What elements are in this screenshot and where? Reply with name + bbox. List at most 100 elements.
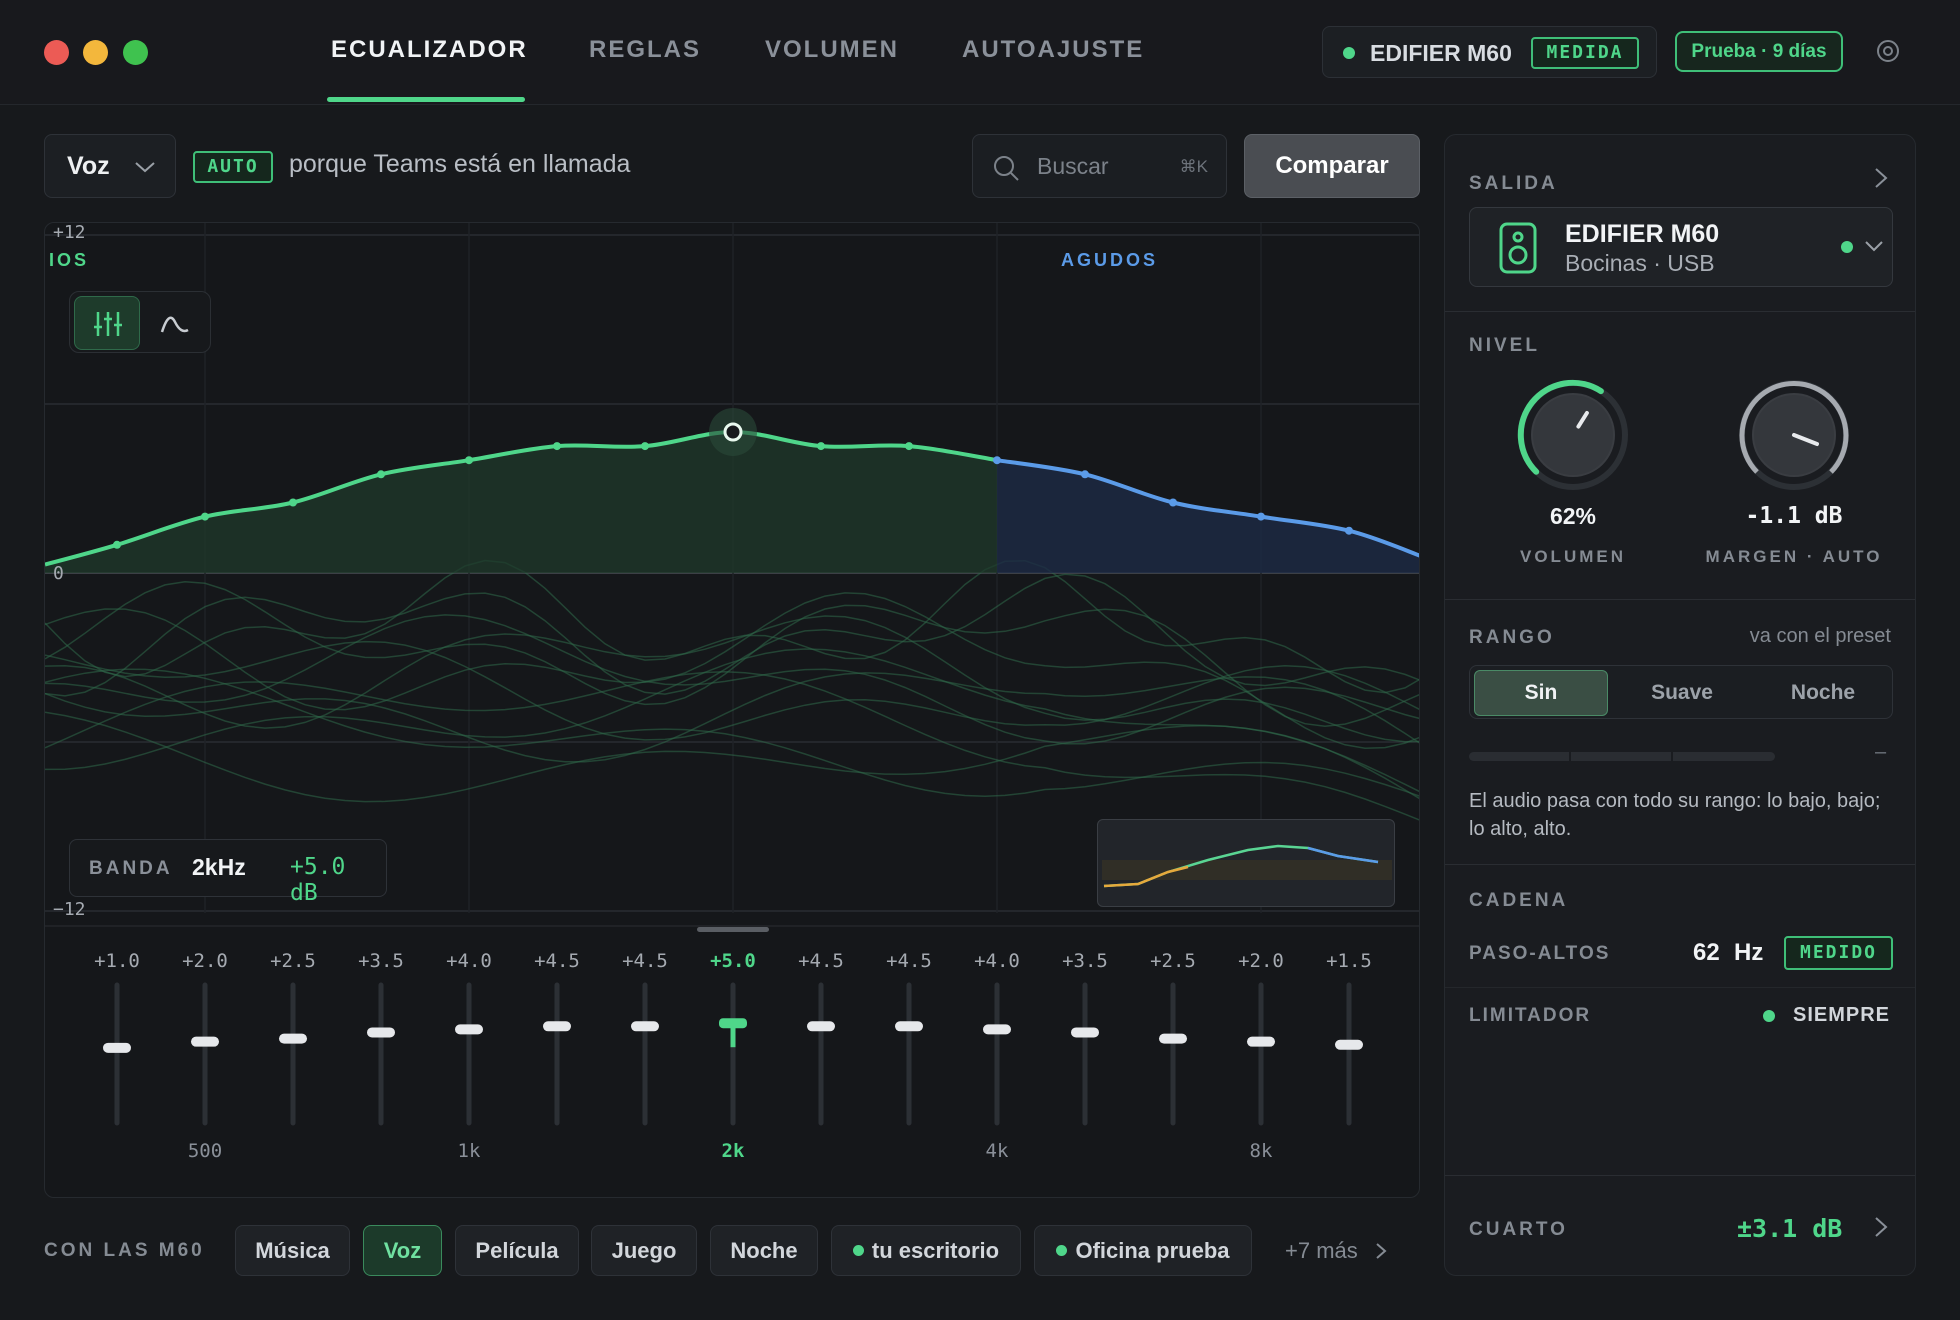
curve-point[interactable] [465,456,473,465]
more-presets-link[interactable]: +7 más [1285,1238,1390,1264]
limiter-value[interactable]: SIEMPRE [1793,1004,1890,1027]
band-slider-handle[interactable] [983,1024,1011,1035]
preset-chip-juego[interactable]: Juego [591,1225,697,1276]
band-gain-label: +4.5 [886,950,932,972]
sliders-view-button[interactable] [74,296,140,350]
curve-point[interactable] [289,498,297,507]
curve-point[interactable] [1345,526,1353,535]
band-freq-label: 2k [722,1140,745,1162]
trial-badge[interactable]: Prueba · 9 días [1675,31,1843,72]
divider [1445,311,1915,312]
band-gain-label: +2.5 [270,950,316,972]
curve-point[interactable] [905,442,913,451]
divider [1445,599,1915,600]
band-slider-handle[interactable] [1071,1027,1099,1038]
zone-label-mids: IOS [49,250,90,270]
presets-title: CON LAS M60 [44,1240,205,1261]
auto-badge: AUTO [193,151,273,183]
tab-autoajuste[interactable]: AUTOAJUSTE [962,36,1144,64]
resize-handle[interactable] [697,927,769,932]
curve-point[interactable] [377,470,385,479]
preset-chip-label: Oficina prueba [1075,1238,1230,1263]
band-slider-handle[interactable] [1247,1036,1275,1047]
range-option-sin[interactable]: Sin [1474,670,1608,716]
minimize-window-button[interactable] [83,40,108,65]
device-selector[interactable]: EDIFIER M60 MEDIDA [1322,26,1657,78]
band-slider-handle[interactable] [1335,1039,1363,1050]
room-value[interactable]: ±3.1 dB [1737,1214,1842,1243]
y-axis-max-label: +12 [53,222,86,243]
band-gain-label: +3.5 [358,950,404,972]
band-readout: BANDA 2kHz +5.0 dB [69,839,387,906]
right-panel: SALIDA EDIFIER M60 Bocinas · USB NIVEL 6… [1444,134,1916,1276]
curve-point[interactable] [201,512,209,521]
band-slider-handle[interactable] [103,1042,131,1053]
chevron-down-icon [1865,241,1883,252]
range-option-suave[interactable]: Suave [1615,670,1749,716]
band-slider-handle[interactable] [807,1021,835,1032]
tab-volumen[interactable]: VOLUMEN [765,36,899,64]
close-window-button[interactable] [44,40,69,65]
preset-status-dot [852,1245,864,1256]
range-description: El audio pasa con todo su rango: lo bajo… [1469,790,1881,840]
curve-icon [160,316,189,333]
band-gain-label: +2.0 [182,950,228,972]
output-device-card[interactable]: EDIFIER M60 Bocinas · USB [1469,207,1893,287]
divider [1445,864,1915,865]
preset-chip-noche[interactable]: Noche [710,1225,818,1276]
curve-point[interactable] [1257,512,1265,521]
band-gain-label: +5.0 [710,950,756,972]
band-slider-handle[interactable] [367,1027,395,1038]
chevron-right-icon[interactable] [1870,163,1892,193]
gear-icon[interactable] [1873,36,1903,66]
preset-chip-label: Noche [730,1238,798,1263]
band-slider-handle[interactable] [1159,1033,1187,1044]
curve-point[interactable] [641,442,649,451]
preset-chip-voz[interactable]: Voz [363,1225,442,1276]
curve-point[interactable] [113,540,121,549]
preset-chip-oficina-prueba[interactable]: Oficina prueba [1034,1225,1252,1276]
range-option-noche[interactable]: Noche [1756,670,1890,716]
band-gain-label: +2.0 [1238,950,1284,972]
band-slider-handle-selected[interactable] [719,1018,747,1029]
curve-point[interactable] [553,442,561,451]
output-device-subtitle: Bocinas · USB [1565,250,1715,276]
curve-point[interactable] [817,442,825,451]
band-slider-handle[interactable] [895,1021,923,1032]
band-slider-handle[interactable] [455,1024,483,1035]
curve-point[interactable] [1081,470,1089,479]
eq-curve-graph[interactable]: +1.0 +2.0 500 +2.5 +3.5 +4.0 1k +4.5 +4.5 +5.0 2k +… [45,223,1420,1198]
search-input[interactable]: Buscar ⌘K [972,134,1227,198]
output-status-dot [1841,241,1853,253]
tab-reglas[interactable]: REGLAS [589,36,701,64]
preset-chip-musica[interactable]: Música [235,1225,350,1276]
band-freq-label: 1k [458,1140,481,1162]
curve-point[interactable] [993,456,1001,465]
device-measured-badge: MEDIDA [1531,37,1639,69]
curve-view-button[interactable] [142,296,208,350]
divider [1445,1175,1915,1176]
margin-knob[interactable] [1734,375,1854,495]
band-slider-handle[interactable] [543,1021,571,1032]
tab-ecualizador[interactable]: ECUALIZADOR [331,36,528,64]
active-tab-indicator [327,97,525,102]
band-slider-handle[interactable] [191,1036,219,1047]
volume-knob[interactable] [1513,375,1633,495]
device-name: EDIFIER M60 [1370,40,1512,66]
band-slider-handle[interactable] [631,1021,659,1032]
divider [1445,987,1915,988]
curve-point-selected[interactable] [723,422,743,442]
highpass-value[interactable]: 62 [1693,939,1720,967]
preset-chip-pelicula[interactable]: Película [455,1225,579,1276]
band-gain-label: +4.5 [622,950,668,972]
volume-value: 62% [1549,503,1597,529]
curve-minimap[interactable] [1097,819,1395,907]
band-slider-handle[interactable] [279,1033,307,1044]
maximize-window-button[interactable] [123,40,148,65]
preset-dropdown[interactable]: Voz [44,134,176,198]
band-gain-label: +1.5 [1326,950,1372,972]
curve-point[interactable] [1169,498,1177,507]
preset-chip-tu-escritorio[interactable]: tu escritorio [831,1225,1021,1276]
compare-button[interactable]: Comparar [1244,134,1420,198]
chevron-right-icon[interactable] [1870,1212,1892,1242]
